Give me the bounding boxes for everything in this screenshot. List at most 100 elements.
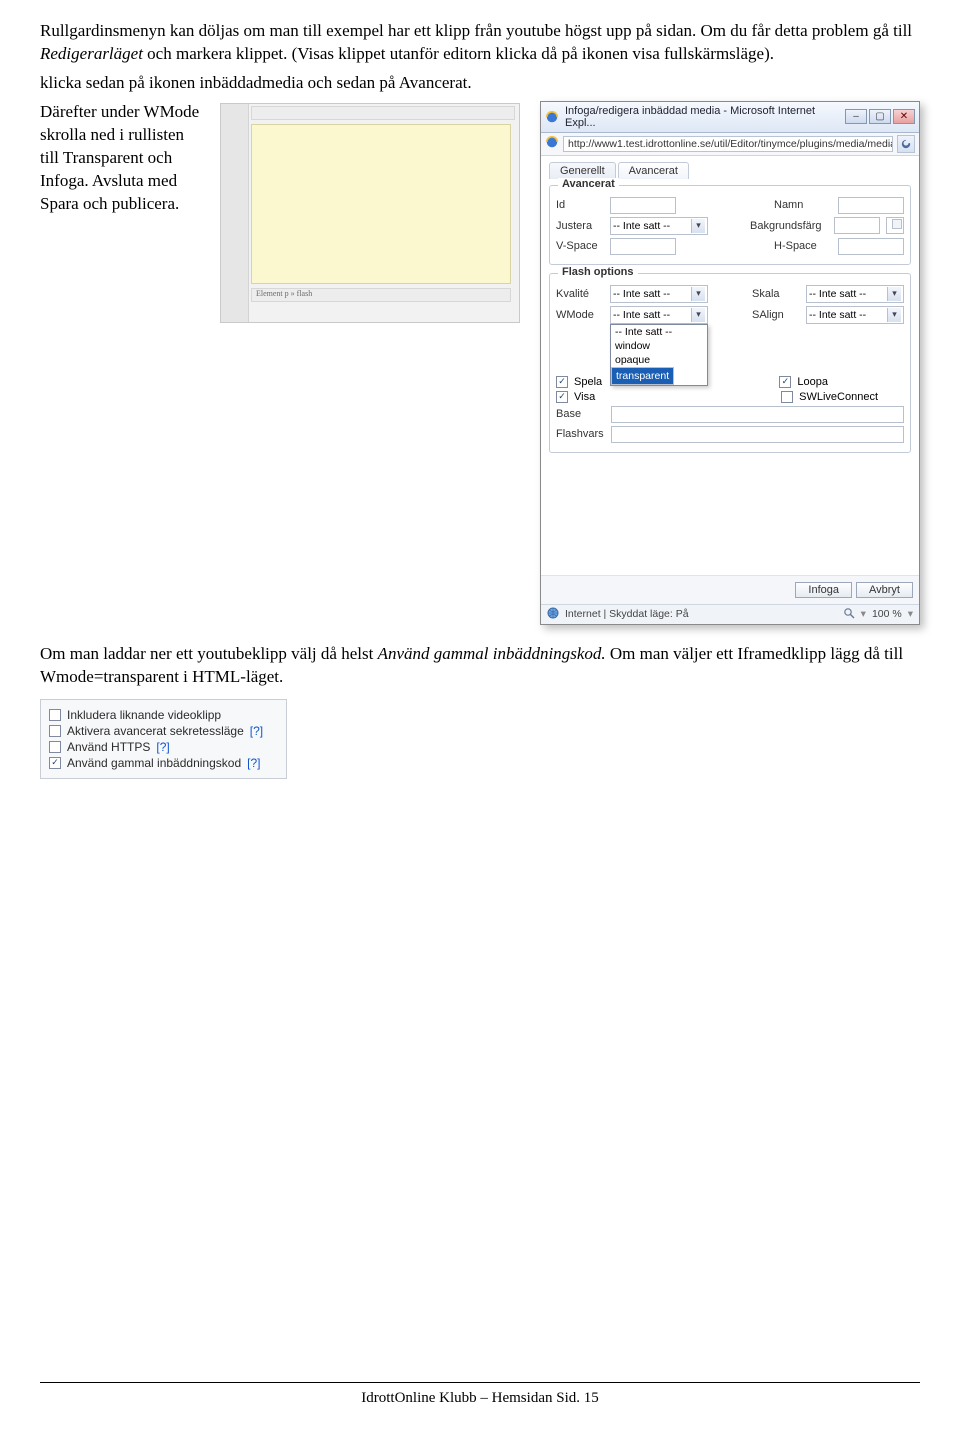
editor-canvas <box>251 124 511 284</box>
select-wmode-value: -- Inte satt -- <box>613 309 670 321</box>
refresh-button[interactable] <box>897 135 915 153</box>
checkbox-loopa[interactable] <box>779 376 791 388</box>
select-wmode[interactable]: -- Inte satt -- ▾ <box>610 306 708 324</box>
label-bakgrund: Bakgrundsfärg <box>750 220 828 232</box>
p1-a: Rullgardinsmenyn kan döljas om man till … <box>40 21 912 40</box>
editor-screenshot: Element p » flash <box>220 103 520 323</box>
ie-icon <box>545 135 559 152</box>
footer-rule <box>40 1382 920 1383</box>
checkbox-yt-similar[interactable] <box>49 709 61 721</box>
select-kvalite[interactable]: -- Inte satt -- ▾ <box>610 285 708 303</box>
checkbox-yt-https[interactable] <box>49 741 61 753</box>
label-id: Id <box>556 199 604 211</box>
color-picker-button[interactable] <box>886 217 904 234</box>
select-salign-value: -- Inte satt -- <box>809 309 866 321</box>
checkbox-yt-oldembed[interactable] <box>49 757 61 769</box>
label-yt-oldembed: Använd gammal inbäddningskod <box>67 756 241 770</box>
checkbox-visa[interactable] <box>556 391 568 403</box>
help-link-oldembed[interactable]: [?] <box>247 756 260 770</box>
label-yt-similar: Inkludera liknande videoklipp <box>67 708 221 722</box>
input-namn[interactable] <box>838 197 904 214</box>
label-wmode: WMode <box>556 309 604 321</box>
p1-b: Redigerarläget <box>40 44 143 63</box>
dialog-empty-space <box>549 461 911 571</box>
close-button[interactable]: ✕ <box>893 109 915 124</box>
dialog-statusbar: Internet | Skyddat läge: På ▾ 100 % ▾ <box>541 604 919 624</box>
editor-statusbar: Element p » flash <box>251 288 511 302</box>
paragraph-2: klicka sedan på ikonen inbäddadmedia och… <box>40 72 920 95</box>
dialog-title: Infoga/redigera inbäddad media - Microso… <box>565 105 839 129</box>
help-link-privacy[interactable]: [?] <box>250 724 263 738</box>
label-vspace: V-Space <box>556 240 604 252</box>
label-base: Base <box>556 408 605 420</box>
p4-b: Använd gammal inbäddningskod. <box>378 644 606 663</box>
zoom-icon <box>843 607 855 622</box>
avbryt-button[interactable]: Avbryt <box>856 582 913 598</box>
select-skala[interactable]: -- Inte satt --▾ <box>806 285 904 303</box>
input-bakgrund[interactable] <box>834 217 880 234</box>
label-yt-privacy: Aktivera avancerat sekretessläge <box>67 724 244 738</box>
ie-favicon-icon <box>545 110 559 124</box>
checkbox-spela[interactable] <box>556 376 568 388</box>
wmode-option-notset[interactable]: -- Inte satt -- <box>611 325 707 339</box>
label-kvalite: Kvalité <box>556 288 604 300</box>
p1-c: och markera klippet. (Visas klippet utan… <box>143 44 774 63</box>
figure-row: Därefter under WMode skrolla ned i rulli… <box>40 101 920 625</box>
checkbox-swlive[interactable] <box>781 391 793 403</box>
wmode-option-transparent[interactable]: transparent <box>611 367 674 385</box>
label-salign: SAlign <box>752 309 800 321</box>
panel-flash: Flash options Kvalité -- Inte satt --▾ S… <box>549 273 911 453</box>
dialog-tabs: Generellt Avancerat <box>549 162 911 179</box>
tab-generellt[interactable]: Generellt <box>549 162 616 179</box>
dialog-url-bar: http://www1.test.idrottonline.se/util/Ed… <box>541 133 919 156</box>
chevron-down-icon: ▾ <box>691 287 705 301</box>
media-dialog: Infoga/redigera inbäddad media - Microso… <box>540 101 920 625</box>
label-flashvars: Flashvars <box>556 428 605 440</box>
label-spela: Spela <box>574 376 602 388</box>
url-field[interactable]: http://www1.test.idrottonline.se/util/Ed… <box>563 136 893 152</box>
minimize-button[interactable]: – <box>845 109 867 124</box>
status-text: Internet | Skyddat läge: På <box>565 608 689 620</box>
label-skala: Skala <box>752 288 800 300</box>
paragraph-1: Rullgardinsmenyn kan döljas om man till … <box>40 20 920 66</box>
p4-a: Om man laddar ner ett youtubeklipp välj … <box>40 644 378 663</box>
globe-icon <box>547 607 559 622</box>
wmode-option-opaque[interactable]: opaque <box>611 353 707 367</box>
zoom-value: 100 % <box>872 608 902 620</box>
chevron-down-icon: ▾ <box>887 308 901 322</box>
select-salign[interactable]: -- Inte satt -- ▾ <box>806 306 904 324</box>
editor-window: Element p » flash <box>220 103 520 323</box>
chevron-down-icon: ▾ <box>691 219 705 233</box>
label-justera: Justera <box>556 220 604 232</box>
label-swlive: SWLiveConnect <box>799 391 878 403</box>
input-vspace[interactable] <box>610 238 676 255</box>
editor-toolbar <box>251 106 515 120</box>
input-flashvars[interactable] <box>611 426 904 443</box>
input-id[interactable] <box>610 197 676 214</box>
tab-avancerat[interactable]: Avancerat <box>618 162 689 179</box>
editor-sidebar <box>221 104 249 322</box>
checkbox-yt-privacy[interactable] <box>49 725 61 737</box>
paragraph-3: Därefter under WMode skrolla ned i rulli… <box>40 101 200 216</box>
label-yt-https: Använd HTTPS <box>67 740 150 754</box>
infoga-button[interactable]: Infoga <box>795 582 852 598</box>
dialog-titlebar: Infoga/redigera inbäddad media - Microso… <box>541 102 919 133</box>
input-hspace[interactable] <box>838 238 904 255</box>
select-justera-value: -- Inte satt -- <box>613 220 670 232</box>
window-buttons: – ▢ ✕ <box>845 109 915 124</box>
paragraph-4: Om man laddar ner ett youtubeklipp välj … <box>40 643 920 689</box>
dialog-body: Generellt Avancerat Avancerat Id Namn Ju… <box>541 156 919 575</box>
maximize-button[interactable]: ▢ <box>869 109 891 124</box>
chevron-down-icon: ▾ <box>887 287 901 301</box>
label-namn: Namn <box>774 199 832 211</box>
chevron-down-icon: ▾ <box>691 308 705 322</box>
label-hspace: H-Space <box>774 240 832 252</box>
input-base[interactable] <box>611 406 904 423</box>
wmode-dropdown-list: -- Inte satt -- window opaque transparen… <box>610 324 708 386</box>
youtube-options-box: Inkludera liknande videoklipp Aktivera a… <box>40 699 287 779</box>
help-link-https[interactable]: [?] <box>156 740 169 754</box>
panel-flash-legend: Flash options <box>558 266 638 278</box>
select-justera[interactable]: -- Inte satt -- ▾ <box>610 217 708 235</box>
select-kvalite-value: -- Inte satt -- <box>613 288 670 300</box>
wmode-option-window[interactable]: window <box>611 339 707 353</box>
